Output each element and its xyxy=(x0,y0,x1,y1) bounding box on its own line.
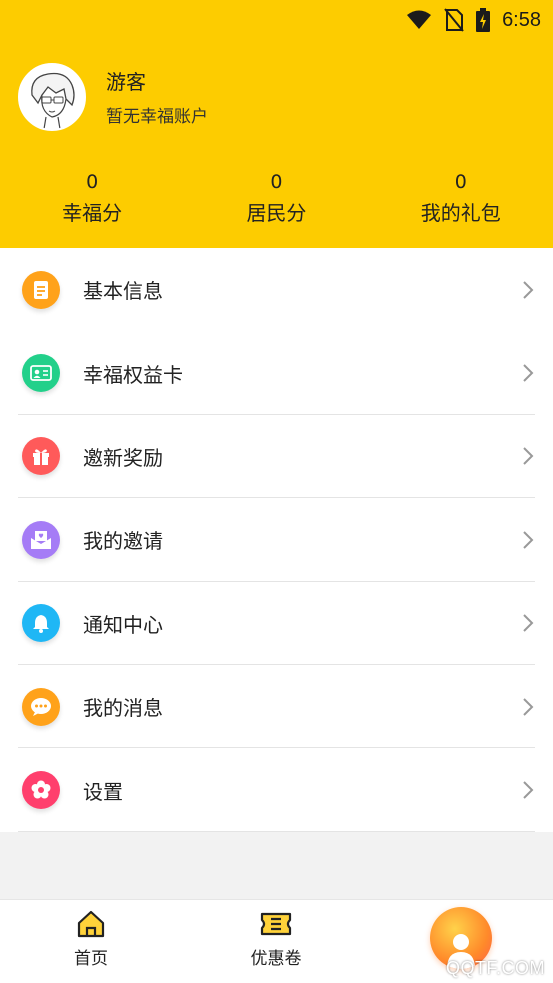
stat-label: 我的礼包 xyxy=(420,201,501,225)
status-bar: 6:58 xyxy=(0,0,553,40)
stats-row: 0 幸福分 0 居民分 0 我的礼包 xyxy=(0,168,553,230)
menu-label: 基本信息 xyxy=(83,279,163,304)
tab-home[interactable]: 首页 xyxy=(31,910,151,969)
stat-happiness-points[interactable]: 0 幸福分 xyxy=(0,168,184,230)
avatar[interactable] xyxy=(18,63,86,131)
wifi-icon xyxy=(406,10,432,30)
gift-icon xyxy=(22,437,60,476)
no-sim-icon xyxy=(444,8,464,32)
username: 游客 xyxy=(106,70,146,94)
menu-label: 邀新奖励 xyxy=(83,445,163,470)
chevron-right-icon xyxy=(523,364,534,382)
home-icon xyxy=(77,910,105,938)
tab-label: 优惠卷 xyxy=(250,949,302,969)
stat-resident-points[interactable]: 0 居民分 xyxy=(184,168,368,230)
status-time: 6:58 xyxy=(502,8,541,31)
menu-item-notification-center[interactable]: 通知中心 xyxy=(0,582,553,665)
ticket-icon xyxy=(260,912,292,936)
divider xyxy=(18,830,535,832)
chevron-right-icon xyxy=(523,781,534,799)
menu-label: 设置 xyxy=(83,779,123,804)
id-card-icon xyxy=(22,354,60,393)
chevron-right-icon xyxy=(523,280,534,299)
menu-item-invite-rewards[interactable]: 邀新奖励 xyxy=(0,415,553,499)
menu-item-settings[interactable]: 设置 xyxy=(0,748,553,832)
stat-value: 0 xyxy=(270,171,283,193)
envelope-heart-icon xyxy=(22,520,60,559)
menu-item-benefit-card[interactable]: 幸福权益卡 xyxy=(0,331,553,415)
bell-icon xyxy=(22,604,60,643)
chevron-right-icon xyxy=(523,697,534,716)
stat-my-gifts[interactable]: 0 我的礼包 xyxy=(369,168,553,230)
watermark: QQTF.COM xyxy=(446,958,545,978)
menu-label: 通知中心 xyxy=(83,612,163,637)
menu-label: 我的消息 xyxy=(83,696,163,721)
flower-settings-icon xyxy=(22,771,60,810)
menu-list: 基本信息 幸福权益卡 邀新奖励 我的邀请 通知中心 我的消息 设置 xyxy=(0,248,553,832)
tab-label: 首页 xyxy=(74,949,108,969)
stat-value: 0 xyxy=(86,171,99,193)
profile-header: 6:58 游客 暂无幸福账户 0 幸福分 0 居民分 0 我的礼包 xyxy=(0,0,553,248)
menu-item-basic-info[interactable]: 基本信息 xyxy=(0,248,553,331)
menu-item-my-messages[interactable]: 我的消息 xyxy=(0,665,553,749)
chevron-right-icon xyxy=(523,614,534,632)
menu-label: 我的邀请 xyxy=(83,529,163,554)
tab-coupons[interactable]: 优惠卷 xyxy=(216,910,336,969)
chevron-right-icon xyxy=(523,447,534,466)
chat-icon xyxy=(22,687,60,726)
stat-value: 0 xyxy=(454,171,467,193)
battery-charging-icon xyxy=(476,8,491,32)
stat-label: 幸福分 xyxy=(62,201,123,225)
account-status: 暂无幸福账户 xyxy=(106,107,208,127)
menu-label: 幸福权益卡 xyxy=(83,362,183,387)
document-icon xyxy=(22,270,60,309)
menu-item-my-invitations[interactable]: 我的邀请 xyxy=(0,498,553,582)
chevron-right-icon xyxy=(523,531,534,549)
stat-label: 居民分 xyxy=(246,201,307,225)
